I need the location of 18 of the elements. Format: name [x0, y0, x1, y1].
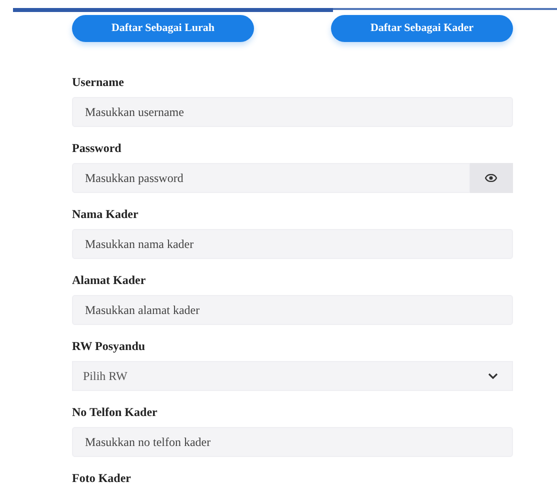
show-password-button[interactable]	[470, 163, 513, 193]
section-label: Foto Kader	[72, 470, 132, 487]
role-button[interactable]: Daftar Sebagai Lurah	[72, 15, 254, 42]
field-label: Password	[72, 140, 122, 157]
field-label: RW Posyandu	[72, 338, 146, 355]
select-field[interactable]: Pilih RW	[72, 361, 513, 391]
field-label: Username	[72, 74, 125, 91]
input-field[interactable]: Masukkan alamat kader	[72, 295, 513, 325]
field-label: Nama Kader	[72, 206, 140, 223]
role-button[interactable]: Daftar Sebagai Kader	[331, 15, 513, 42]
input-field[interactable]: Masukkan password	[72, 163, 470, 193]
field-label: Alamat Kader	[72, 272, 147, 289]
input-field[interactable]: Masukkan username	[72, 97, 513, 127]
eye-icon	[485, 174, 498, 182]
input-field[interactable]: Masukkan nama kader	[72, 229, 513, 259]
field-label: No Telfon Kader	[72, 404, 158, 421]
input-field[interactable]: Masukkan no telfon kader	[72, 427, 513, 457]
chevron-down-icon	[488, 373, 498, 379]
